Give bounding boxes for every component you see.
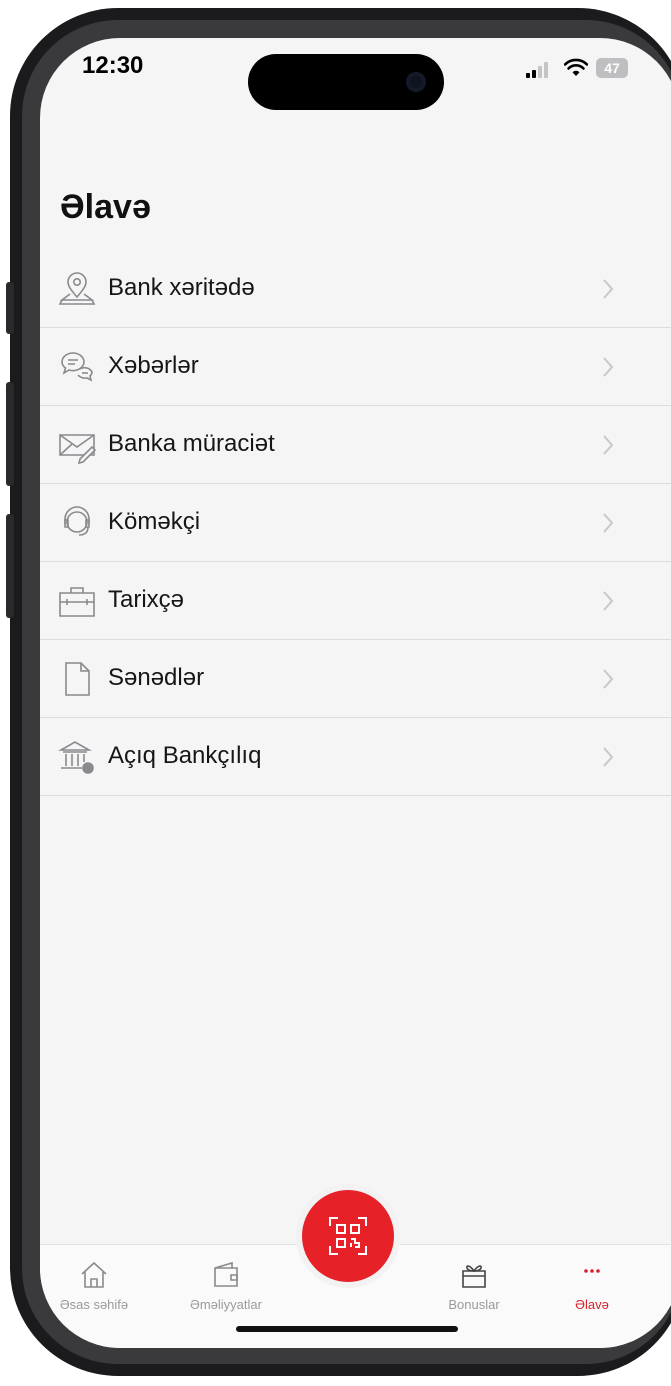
menu-item-documents[interactable]: Sənədlər bbox=[40, 640, 671, 718]
chevron-right-icon bbox=[603, 279, 614, 299]
menu-item-label: Açıq Bankçılıq bbox=[108, 742, 262, 769]
tab-bonuses[interactable]: Bonuslar bbox=[434, 1259, 514, 1312]
wallet-icon bbox=[214, 1261, 238, 1287]
map-pin-icon bbox=[58, 272, 96, 305]
wifi-icon bbox=[564, 58, 588, 76]
menu-item-bank-map[interactable]: Bank xəritədə bbox=[40, 250, 671, 328]
page-title: Əlavə bbox=[60, 188, 151, 226]
tab-home[interactable]: Əsas səhifə bbox=[48, 1259, 140, 1312]
tab-operations[interactable]: Əməliyyatlar bbox=[172, 1259, 280, 1312]
menu-item-label: Tarixçə bbox=[108, 586, 185, 613]
menu-item-label: Bank xəritədə bbox=[108, 274, 255, 301]
gift-icon bbox=[462, 1265, 486, 1288]
menu-item-label: Köməkçi bbox=[108, 508, 201, 535]
battery-icon: 47 bbox=[596, 58, 628, 78]
dynamic-island bbox=[248, 54, 444, 110]
chevron-right-icon bbox=[603, 669, 614, 689]
qr-scan-icon bbox=[329, 1217, 367, 1255]
chevron-right-icon bbox=[603, 513, 614, 533]
chevron-right-icon bbox=[603, 435, 614, 455]
signal-icon bbox=[526, 62, 554, 78]
menu-item-label: Banka müraciət bbox=[108, 430, 275, 457]
tab-label: Əsas səhifə bbox=[59, 1297, 129, 1312]
menu-item-news[interactable]: Xəbərlər bbox=[40, 328, 671, 406]
screen: 12:30 47 Əlavə Bank xəritədə Xəbərlər Ba… bbox=[40, 38, 671, 1348]
tab-more[interactable]: Əlavə bbox=[560, 1259, 624, 1312]
chat-bubbles-icon bbox=[61, 352, 93, 382]
volume-up-button bbox=[6, 382, 14, 486]
chevron-right-icon bbox=[603, 357, 614, 377]
more-dots-icon bbox=[584, 1269, 600, 1273]
tab-label: Bonuslar bbox=[448, 1297, 500, 1312]
home-icon bbox=[81, 1261, 107, 1288]
bank-building-icon bbox=[58, 741, 94, 774]
action-button bbox=[6, 282, 14, 334]
envelope-pen-icon bbox=[59, 434, 96, 464]
status-bar: 12:30 47 bbox=[40, 38, 671, 110]
volume-down-button bbox=[6, 514, 14, 618]
menu-item-label: Sənədlər bbox=[108, 664, 205, 691]
menu-list: Bank xəritədə Xəbərlər Banka müraciət Kö… bbox=[40, 250, 671, 796]
camera-icon bbox=[406, 72, 426, 92]
menu-item-label: Xəbərlər bbox=[108, 352, 199, 379]
menu-item-bank-request[interactable]: Banka müraciət bbox=[40, 406, 671, 484]
tab-label: Əlavə bbox=[575, 1297, 609, 1312]
headset-icon bbox=[64, 506, 90, 536]
briefcase-icon bbox=[59, 587, 95, 617]
home-indicator bbox=[236, 1326, 458, 1332]
menu-item-history[interactable]: Tarixçə bbox=[40, 562, 671, 640]
tab-label: Əməliyyatlar bbox=[190, 1297, 262, 1312]
status-time: 12:30 bbox=[82, 52, 144, 79]
qr-scan-button[interactable] bbox=[302, 1190, 394, 1282]
menu-item-assistant[interactable]: Köməkçi bbox=[40, 484, 671, 562]
document-icon bbox=[65, 662, 90, 696]
menu-item-open-banking[interactable]: Açıq Bankçılıq bbox=[40, 718, 671, 796]
chevron-right-icon bbox=[603, 747, 614, 767]
chevron-right-icon bbox=[603, 591, 614, 611]
